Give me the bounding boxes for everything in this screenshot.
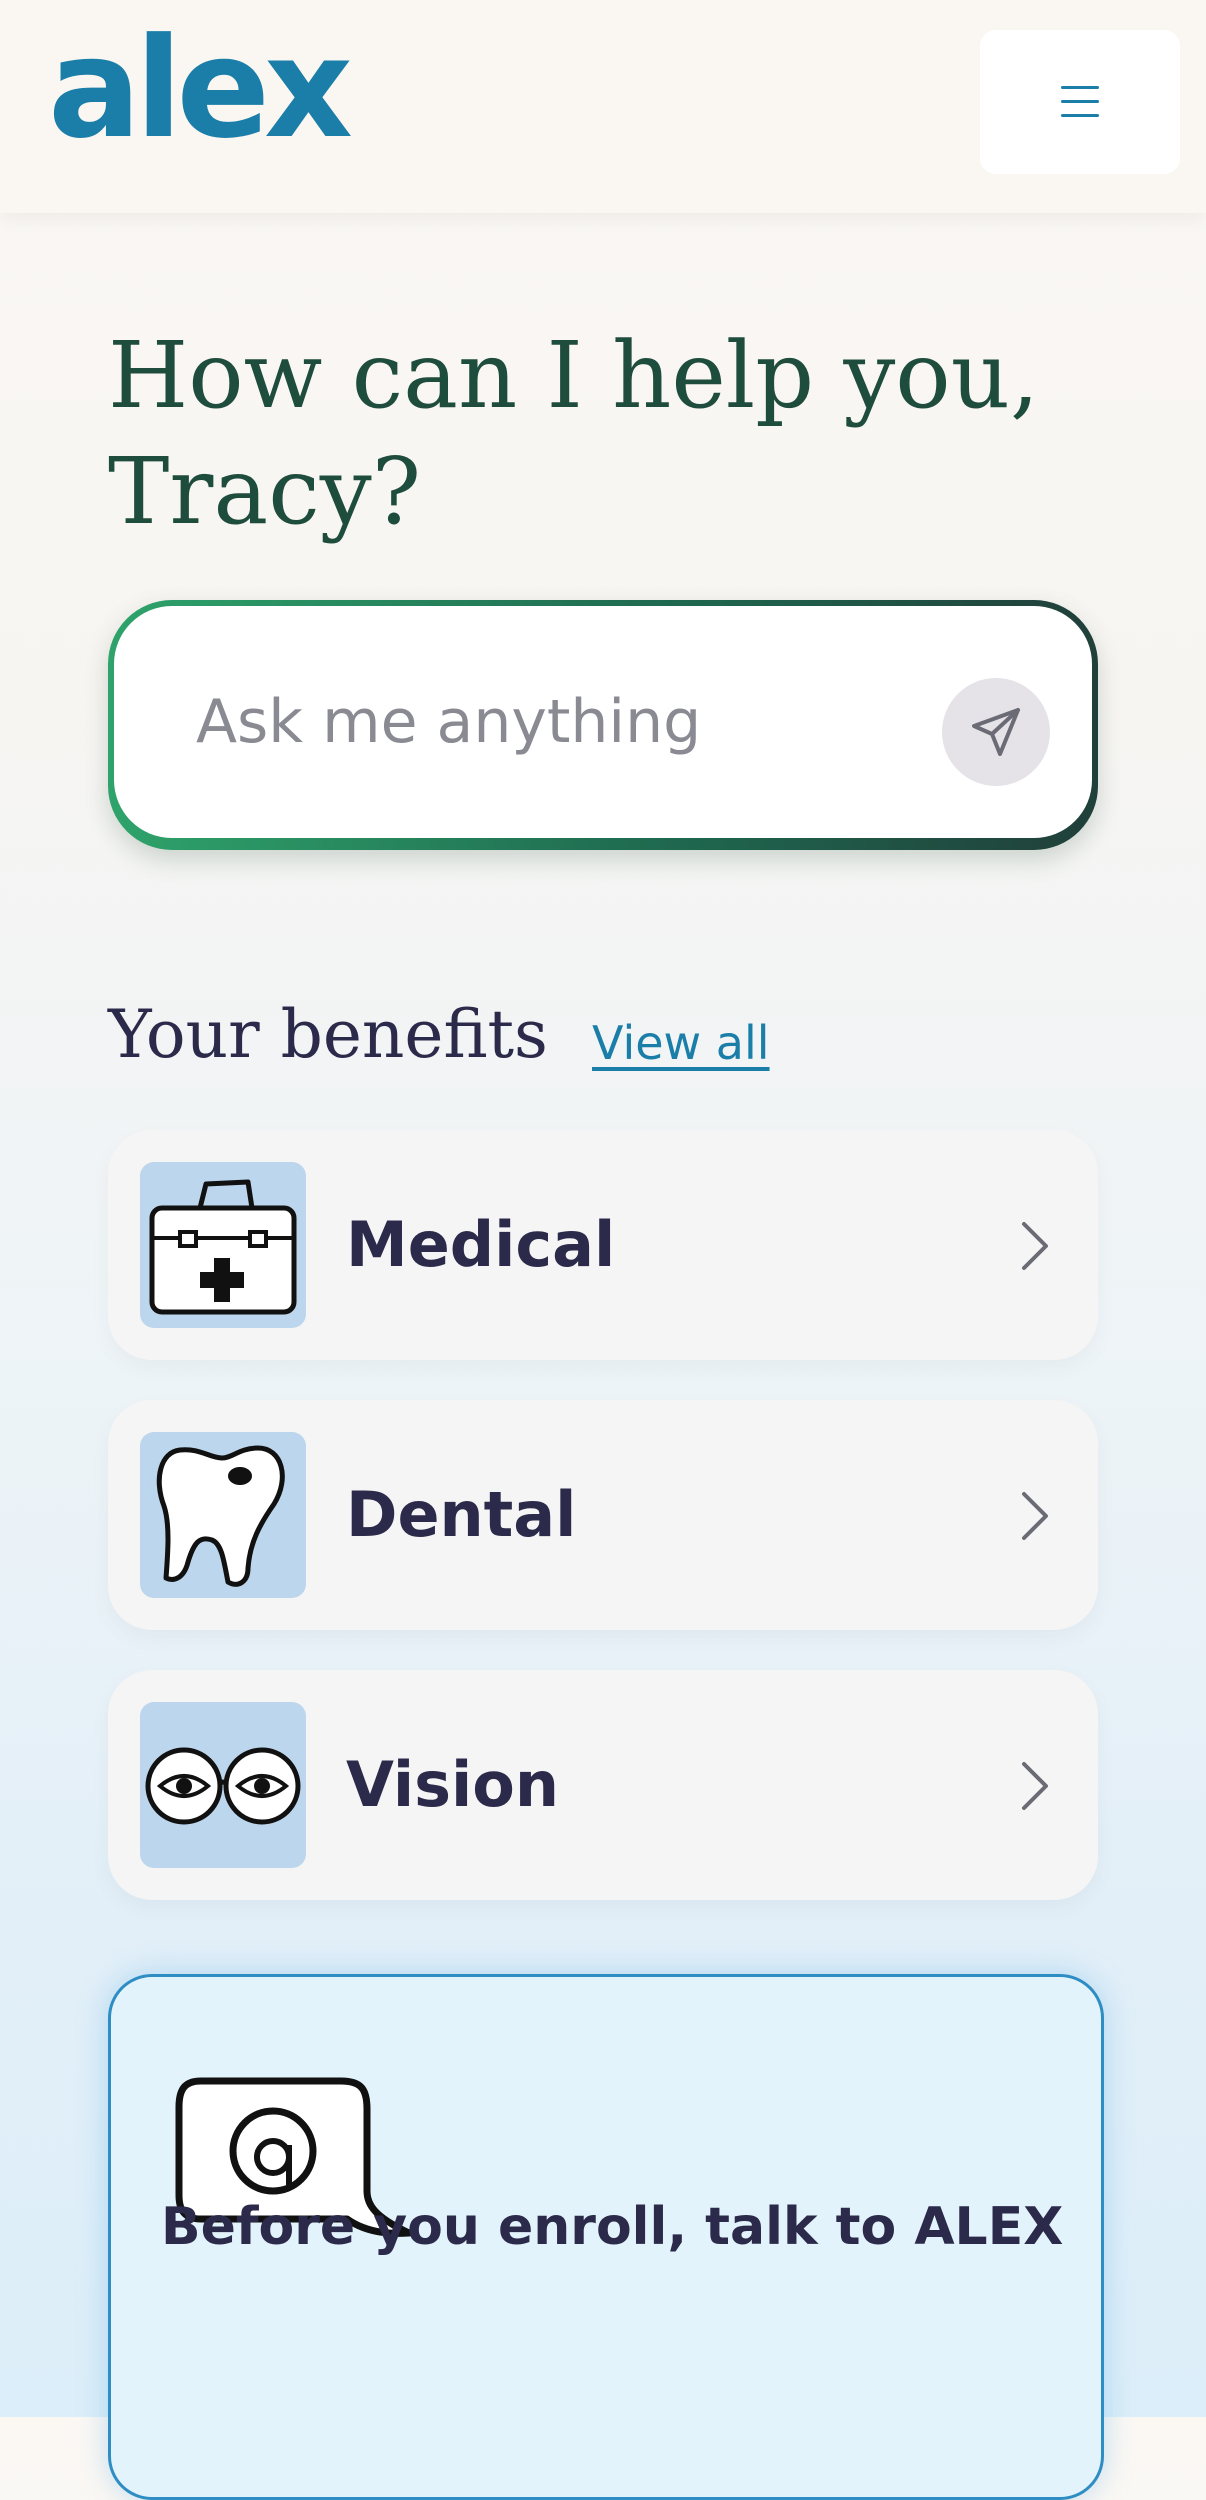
- hamburger-menu-icon-bar: [1061, 114, 1099, 117]
- hamburger-menu-icon: [1061, 86, 1099, 89]
- hamburger-menu-icon-bar: [1061, 100, 1099, 103]
- send-paper-plane-icon: [972, 708, 1020, 756]
- benefit-card-vision[interactable]: Vision: [108, 1670, 1098, 1900]
- send-button[interactable]: [942, 678, 1050, 786]
- chevron-right-icon: [1022, 1222, 1048, 1270]
- benefit-label: Medical: [346, 1208, 616, 1281]
- greeting-line-2: Tracy?: [108, 438, 422, 545]
- benefit-card-dental[interactable]: Dental: [108, 1400, 1098, 1630]
- chevron-right-icon: [1022, 1492, 1048, 1540]
- medical-kit-icon: [140, 1162, 306, 1328]
- benefit-card-medical[interactable]: Medical: [108, 1130, 1098, 1360]
- registered-mark: ®: [306, 82, 324, 103]
- ask-box: [108, 600, 1098, 850]
- eyeglasses-icon: [140, 1702, 306, 1868]
- ask-box-inner: [114, 606, 1092, 838]
- alex-logo[interactable]: alex: [48, 20, 353, 158]
- enroll-card-text: Before you enroll, talk to ALEX: [161, 2197, 1064, 2257]
- view-all-link[interactable]: View all: [592, 1016, 770, 1070]
- benefit-label: Dental: [346, 1478, 577, 1551]
- menu-button[interactable]: [980, 30, 1180, 174]
- talk-to-alex-card[interactable]: Before you enroll, talk to ALEX: [108, 1974, 1104, 2500]
- benefit-label: Vision: [346, 1748, 560, 1821]
- greeting-heading: How can I help you, Tracy?: [108, 318, 1108, 550]
- ask-input[interactable]: [194, 676, 898, 768]
- tooth-icon: [140, 1432, 306, 1598]
- greeting-line-1: How can I help you,: [108, 322, 1040, 429]
- top-header: alex ®: [0, 0, 1206, 213]
- chevron-right-icon: [1022, 1762, 1048, 1810]
- benefits-title: Your benefits: [108, 996, 548, 1073]
